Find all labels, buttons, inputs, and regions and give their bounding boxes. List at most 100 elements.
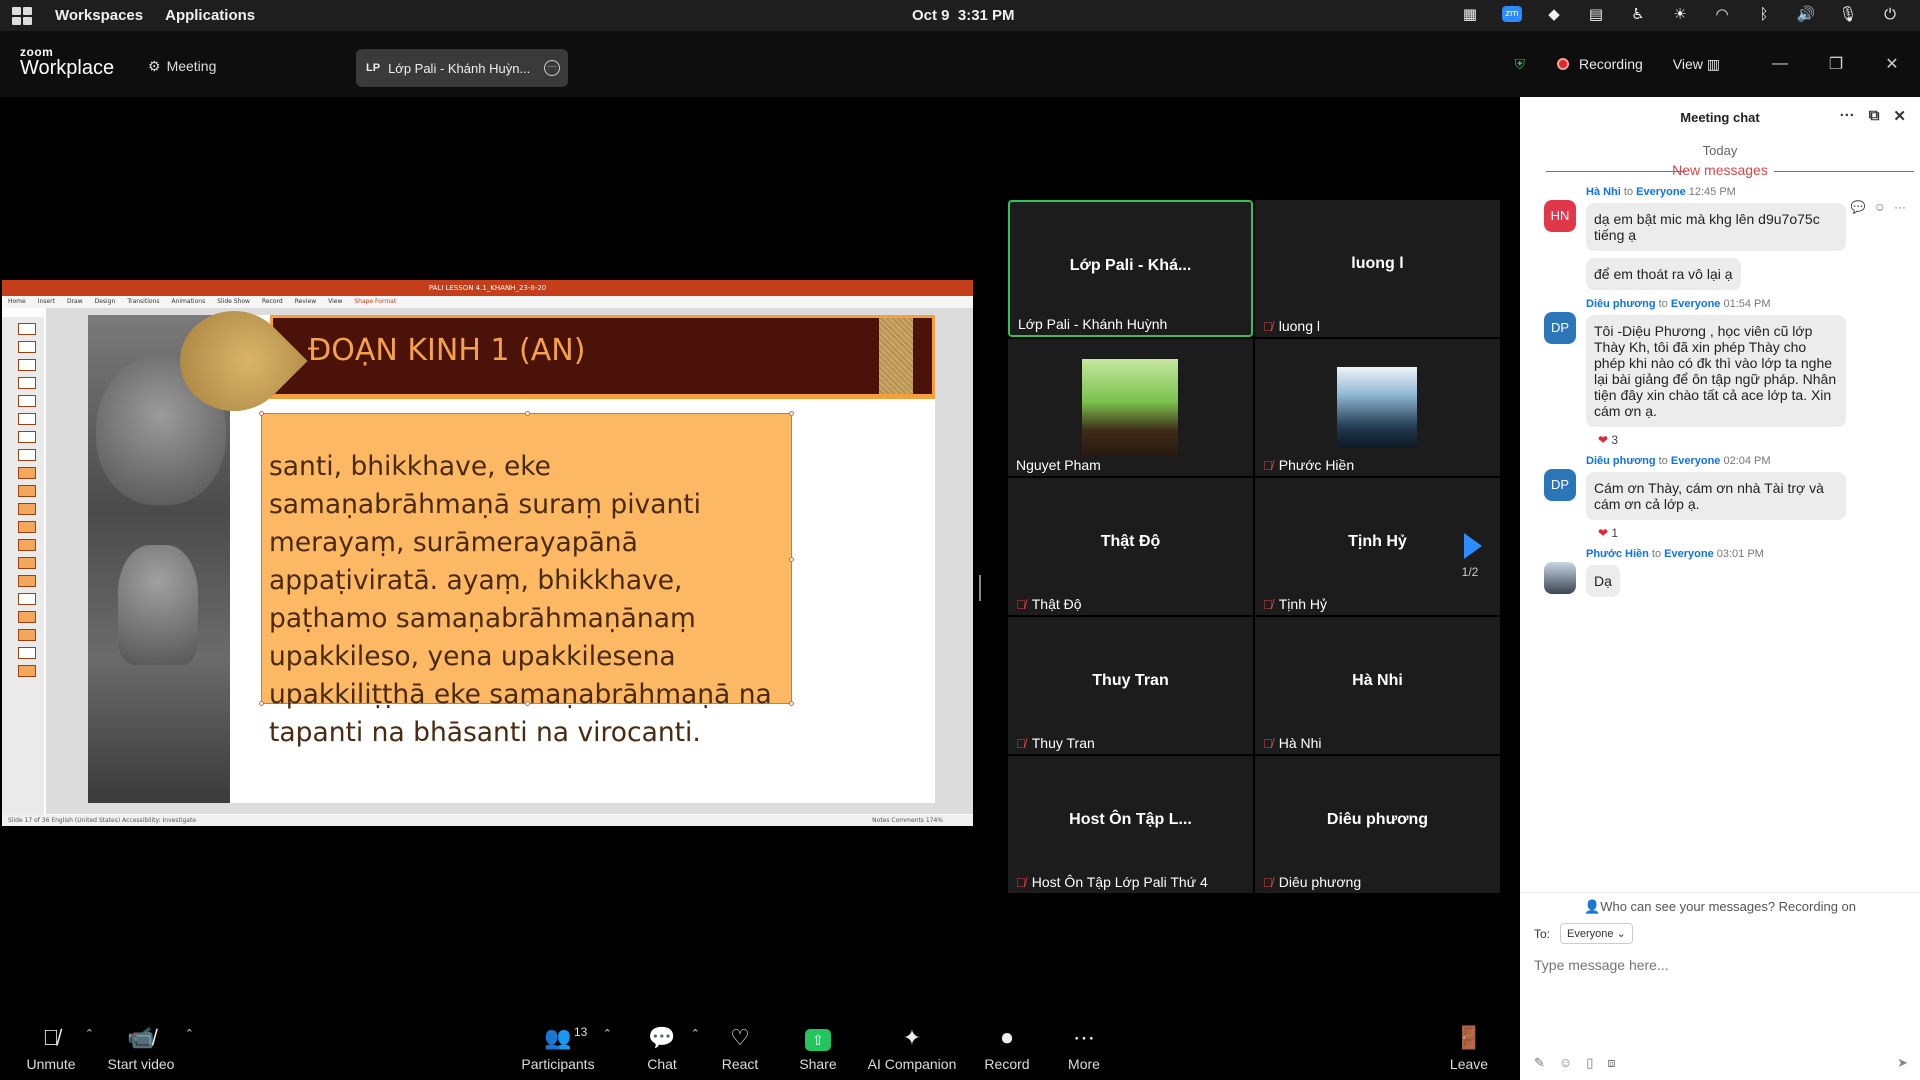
next-page-button[interactable]: 1/2: [1440, 508, 1500, 598]
format-icon[interactable]: ✎: [1534, 1055, 1545, 1071]
bluetooth-icon[interactable]: ᛒ: [1754, 5, 1774, 23]
sender-name[interactable]: Diêu phương: [1586, 298, 1656, 310]
reaction-badge[interactable]: ❤ 1: [1598, 526, 1920, 540]
leave-button[interactable]: 🚪 Leave: [1446, 1023, 1492, 1072]
ribbon-tab-record[interactable]: Record: [262, 296, 283, 308]
caret-up-icon[interactable]: ⌃: [185, 1027, 194, 1040]
resize-handle[interactable]: [259, 701, 264, 706]
applications-menu[interactable]: Applications: [165, 7, 255, 24]
more-options-icon[interactable]: ···: [544, 60, 560, 76]
close-icon[interactable]: ✕: [1893, 107, 1906, 125]
sender-name[interactable]: Hà Nhi: [1586, 186, 1621, 198]
ribbon-tab-shape-format[interactable]: Shape Format: [354, 296, 396, 308]
shared-screen[interactable]: PALI LESSON 4.1_KHANH_23-8-20 Home Inser…: [2, 280, 973, 826]
resize-handle[interactable]: [789, 701, 794, 706]
participant-tile[interactable]: Nguyet Pham: [1008, 339, 1253, 476]
caret-up-icon[interactable]: ⌃: [603, 1027, 612, 1040]
message-bubble[interactable]: để em thoát ra vô lại ạ: [1586, 258, 1741, 290]
emoji-icon[interactable]: ☺: [1874, 200, 1886, 214]
ribbon-tab-transitions[interactable]: Transitions: [127, 296, 159, 308]
start-video-button[interactable]: 📹̸ Start video ⌃: [104, 1023, 194, 1072]
message-bubble[interactable]: Dạ: [1586, 565, 1620, 597]
more-icon[interactable]: ···: [1840, 107, 1855, 125]
split-divider[interactable]: [979, 575, 983, 601]
record-button[interactable]: ⏺ Record: [982, 1023, 1032, 1072]
slide-thumbnail[interactable]: [18, 665, 36, 677]
participant-tile[interactable]: Host Ôn Tập L... 🎙̸ Host Ôn Tập Lớp Pali …: [1008, 756, 1253, 893]
recording-label[interactable]: Recording: [1579, 56, 1643, 72]
message-input[interactable]: [1534, 957, 1904, 973]
message-bubble[interactable]: Tôi -Diệu Phương , học viên cũ lớp Thày …: [1586, 315, 1846, 427]
emoji-icon[interactable]: ☺: [1559, 1055, 1572, 1071]
slide-thumbnail[interactable]: [18, 413, 36, 425]
chat-message[interactable]: để em thoát ra vô lại ạ: [1586, 253, 1920, 290]
slide-thumbnail[interactable]: [18, 647, 36, 659]
slide-thumbnail[interactable]: [18, 449, 36, 461]
zoom-icon[interactable]: zm: [1502, 6, 1522, 22]
slide-thumbnail[interactable]: [18, 557, 36, 569]
slide-thumbnail[interactable]: [18, 359, 36, 371]
message-bubble[interactable]: Cám ơn Thày, cám ơn nhà Tài trợ và cám ơ…: [1586, 472, 1846, 520]
message-bubble[interactable]: dạ em bật mic mà khg lên d9u7o75c tiếng …: [1586, 203, 1846, 251]
reaction-badge[interactable]: ❤ 3: [1598, 433, 1920, 447]
screenshot-icon[interactable]: ⧈: [1607, 1055, 1615, 1071]
volume-icon[interactable]: 🔊: [1796, 5, 1816, 23]
slide-thumbnail[interactable]: [18, 341, 36, 353]
ribbon-tab-animations[interactable]: Animations: [171, 296, 205, 308]
dropbox-icon[interactable]: ◆: [1544, 5, 1564, 23]
slide-thumbnail[interactable]: [18, 611, 36, 623]
participant-tile[interactable]: luong l 🎙̸ luong l: [1255, 200, 1500, 337]
ribbon-tab-review[interactable]: Review: [295, 296, 316, 308]
chat-message[interactable]: HN Hà Nhi to Everyone 12:45 PM dạ em bật…: [1544, 186, 1920, 251]
pop-out-icon[interactable]: ⧉: [1869, 107, 1880, 125]
slide-title[interactable]: ĐOẠN KINH 1 (AN): [308, 333, 585, 368]
more-button[interactable]: ⋯ More: [1062, 1023, 1106, 1072]
slide-thumbnail[interactable]: [18, 503, 36, 515]
system-clock[interactable]: Oct 9 3:31 PM: [912, 7, 1015, 24]
ribbon-tab-slideshow[interactable]: Slide Show: [217, 296, 250, 308]
participants-button[interactable]: 👥 13 Participants ⌃: [518, 1023, 612, 1072]
chat-message[interactable]: DP Diêu phương to Everyone 02:04 PM Cám …: [1544, 455, 1920, 540]
panel-icon[interactable]: ▤: [1586, 5, 1606, 23]
react-button[interactable]: ♡ React: [718, 1023, 762, 1072]
slide-thumbnail-active[interactable]: [18, 485, 36, 497]
slide-thumbnail[interactable]: [18, 539, 36, 551]
recipient-select[interactable]: Everyone ⌄: [1560, 923, 1633, 944]
slide-thumbnail[interactable]: [18, 395, 36, 407]
slide-thumbnail[interactable]: [18, 521, 36, 533]
ribbon-tab-draw[interactable]: Draw: [67, 296, 83, 308]
caret-up-icon[interactable]: ⌃: [691, 1027, 700, 1040]
participant-tile[interactable]: Lớp Pali - Khá... Lớp Pali - Khánh Huỳnh: [1008, 200, 1253, 337]
brightness-icon[interactable]: ☀: [1670, 5, 1690, 23]
slide-body-text[interactable]: santi, bhikkhave, eke samaṇabrāhmaṇā sur…: [269, 448, 783, 752]
chat-message[interactable]: Phước Hiền to Everyone 03:01 PM Dạ: [1544, 548, 1920, 597]
share-button[interactable]: ⇧ Share: [796, 1023, 840, 1072]
participant-tile[interactable]: Thật Độ 🎙̸ Thật Độ: [1008, 478, 1253, 615]
ribbon-tab-view[interactable]: View: [328, 296, 342, 308]
resize-handle[interactable]: [259, 411, 264, 416]
more-icon[interactable]: ···: [1894, 200, 1906, 214]
ai-companion-button[interactable]: ✦ AI Companion: [866, 1023, 958, 1072]
maximize-icon[interactable]: ❐: [1808, 54, 1864, 74]
sender-name[interactable]: Diêu phương: [1586, 455, 1656, 467]
activities-icon[interactable]: [12, 6, 32, 25]
ribbon-tab-insert[interactable]: Insert: [38, 296, 55, 308]
ribbon-tab-design[interactable]: Design: [95, 296, 116, 308]
participant-tile[interactable]: Thuy Tran 🎙̸ Thuy Tran: [1008, 617, 1253, 754]
caret-up-icon[interactable]: ⌃: [85, 1027, 94, 1040]
slide-thumbnail[interactable]: [18, 575, 36, 587]
send-icon[interactable]: ➤: [1897, 1055, 1908, 1071]
accessibility-icon[interactable]: ♿: [1628, 5, 1648, 23]
meeting-menu[interactable]: ⚙ Meeting: [148, 58, 216, 75]
minimize-icon[interactable]: —: [1752, 55, 1808, 73]
resize-handle[interactable]: [789, 557, 794, 562]
display-icon[interactable]: ▦: [1460, 5, 1480, 23]
slide-thumbnail[interactable]: [18, 431, 36, 443]
security-shield-icon[interactable]: ⛨: [1514, 56, 1525, 73]
participant-tile[interactable]: Diêu phương 🎙̸ Diêu phương: [1255, 756, 1500, 893]
resize-handle[interactable]: [525, 701, 530, 706]
resize-handle[interactable]: [789, 411, 794, 416]
view-button[interactable]: View ▥: [1673, 56, 1720, 73]
participant-tile[interactable]: Hà Nhi 🎙̸ Hà Nhi: [1255, 617, 1500, 754]
slide-text-box[interactable]: santi, bhikkhave, eke samaṇabrāhmaṇā sur…: [259, 411, 794, 748]
